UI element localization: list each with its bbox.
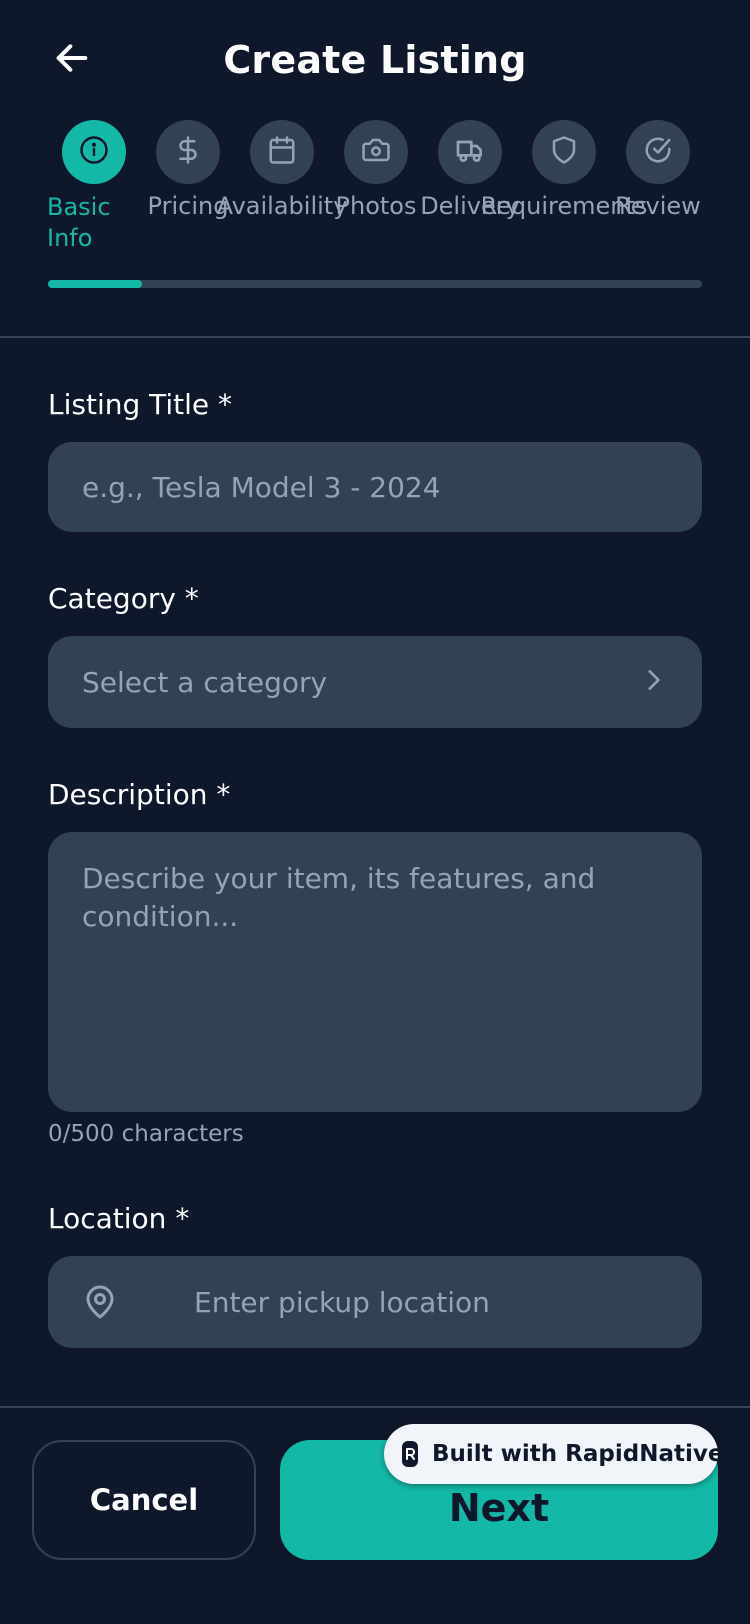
badge-text: Built with RapidNative bbox=[432, 1441, 724, 1467]
category-placeholder: Select a category bbox=[82, 665, 328, 699]
rapidnative-logo-icon bbox=[402, 1441, 418, 1467]
step-delivery[interactable]: Delivery bbox=[420, 120, 520, 220]
listing-title-placeholder: e.g., Tesla Model 3 - 2024 bbox=[82, 470, 441, 504]
step-photos[interactable]: Photos bbox=[329, 120, 423, 220]
character-counter: 0/500 characters bbox=[48, 1121, 244, 1147]
divider bbox=[0, 1406, 750, 1408]
description-textarea[interactable]: Describe your item, its features, and co… bbox=[48, 832, 702, 1112]
calendar-icon bbox=[267, 135, 297, 169]
step-requirements[interactable]: Requirements bbox=[481, 120, 647, 220]
cancel-button[interactable]: Cancel bbox=[32, 1440, 256, 1560]
dollar-icon bbox=[173, 135, 203, 169]
listing-title-label: Listing Title * bbox=[48, 388, 233, 421]
check-circle-icon bbox=[643, 135, 673, 169]
truck-icon bbox=[454, 134, 486, 170]
step-basic-info[interactable]: Basic Info bbox=[47, 120, 141, 252]
progress-fill bbox=[48, 280, 142, 288]
category-label: Category * bbox=[48, 582, 199, 615]
chevron-right-icon bbox=[640, 667, 666, 697]
header: Create Listing bbox=[0, 0, 750, 120]
location-input[interactable]: Enter pickup location bbox=[48, 1256, 702, 1348]
step-availability[interactable]: Availability bbox=[217, 120, 347, 220]
step-label: Availability bbox=[216, 192, 348, 220]
location-label: Location * bbox=[48, 1202, 190, 1235]
step-circle bbox=[626, 120, 690, 184]
camera-icon bbox=[361, 135, 391, 169]
listing-title-input[interactable]: e.g., Tesla Model 3 - 2024 bbox=[48, 442, 702, 532]
step-label: Photos bbox=[335, 192, 417, 220]
step-label: Review bbox=[615, 192, 701, 220]
step-circle bbox=[156, 120, 220, 184]
step-review[interactable]: Review bbox=[611, 120, 705, 220]
shield-icon bbox=[549, 135, 579, 169]
description-placeholder: Describe your item, its features, and co… bbox=[82, 862, 596, 933]
step-circle bbox=[438, 120, 502, 184]
map-pin-icon bbox=[82, 1282, 118, 1326]
description-label: Description * bbox=[48, 778, 231, 811]
step-label: Basic Info bbox=[47, 193, 111, 252]
step-circle bbox=[532, 120, 596, 184]
info-icon bbox=[79, 135, 109, 169]
location-placeholder: Enter pickup location bbox=[194, 1285, 490, 1319]
step-circle bbox=[344, 120, 408, 184]
step-circle bbox=[250, 120, 314, 184]
divider bbox=[0, 336, 750, 338]
step-circle bbox=[62, 120, 126, 184]
built-with-rapidnative-badge[interactable]: Built with RapidNative bbox=[384, 1424, 723, 1484]
step-pricing[interactable]: Pricing bbox=[141, 120, 235, 220]
page-title: Create Listing bbox=[223, 38, 527, 82]
category-select[interactable]: Select a category bbox=[48, 636, 702, 728]
stepper: Basic Info Pricing Availability Photos D… bbox=[0, 120, 750, 260]
create-listing-screen: Create Listing Basic Info Pricing Availa… bbox=[0, 0, 750, 1624]
progress-bar bbox=[48, 280, 702, 288]
